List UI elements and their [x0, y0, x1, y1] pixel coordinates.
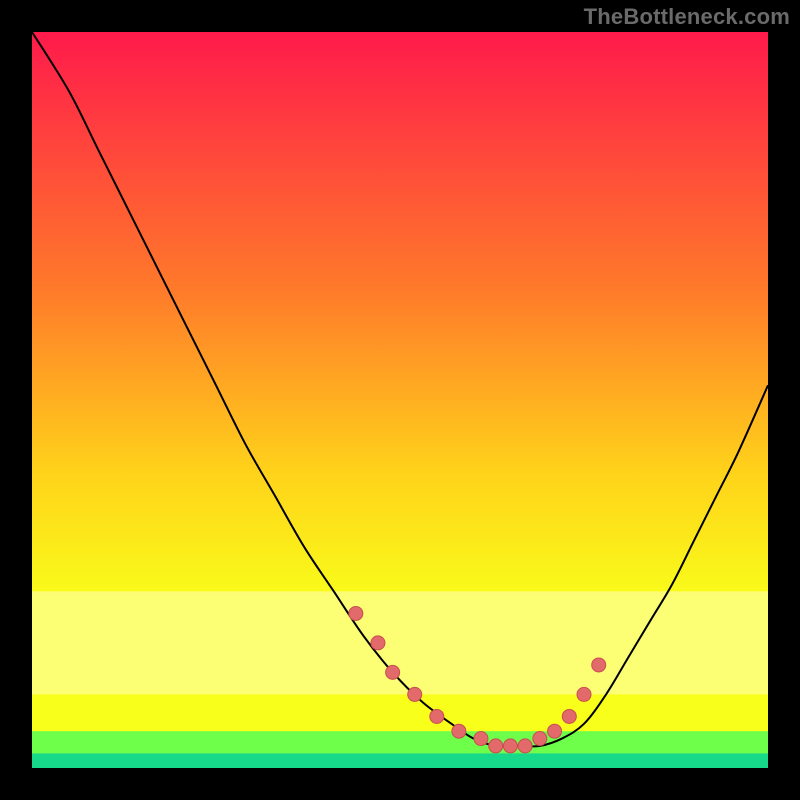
curve-marker [503, 739, 517, 753]
curve-marker [548, 724, 562, 738]
curve-marker [452, 724, 466, 738]
chart-container: TheBottleneck.com [0, 0, 800, 800]
curve-marker [430, 709, 444, 723]
curve-marker [408, 687, 422, 701]
curve-marker [474, 732, 488, 746]
curve-marker [386, 665, 400, 679]
curve-marker [533, 732, 547, 746]
curve-marker [562, 709, 576, 723]
watermark-text: TheBottleneck.com [584, 4, 790, 30]
green-band-upper [32, 731, 768, 753]
curve-marker [577, 687, 591, 701]
bottleneck-chart [32, 32, 768, 768]
curve-marker [489, 739, 503, 753]
plot-area [32, 32, 768, 768]
curve-marker [592, 658, 606, 672]
curve-marker [518, 739, 532, 753]
curve-marker [371, 636, 385, 650]
green-band-lower [32, 753, 768, 768]
curve-marker [349, 606, 363, 620]
